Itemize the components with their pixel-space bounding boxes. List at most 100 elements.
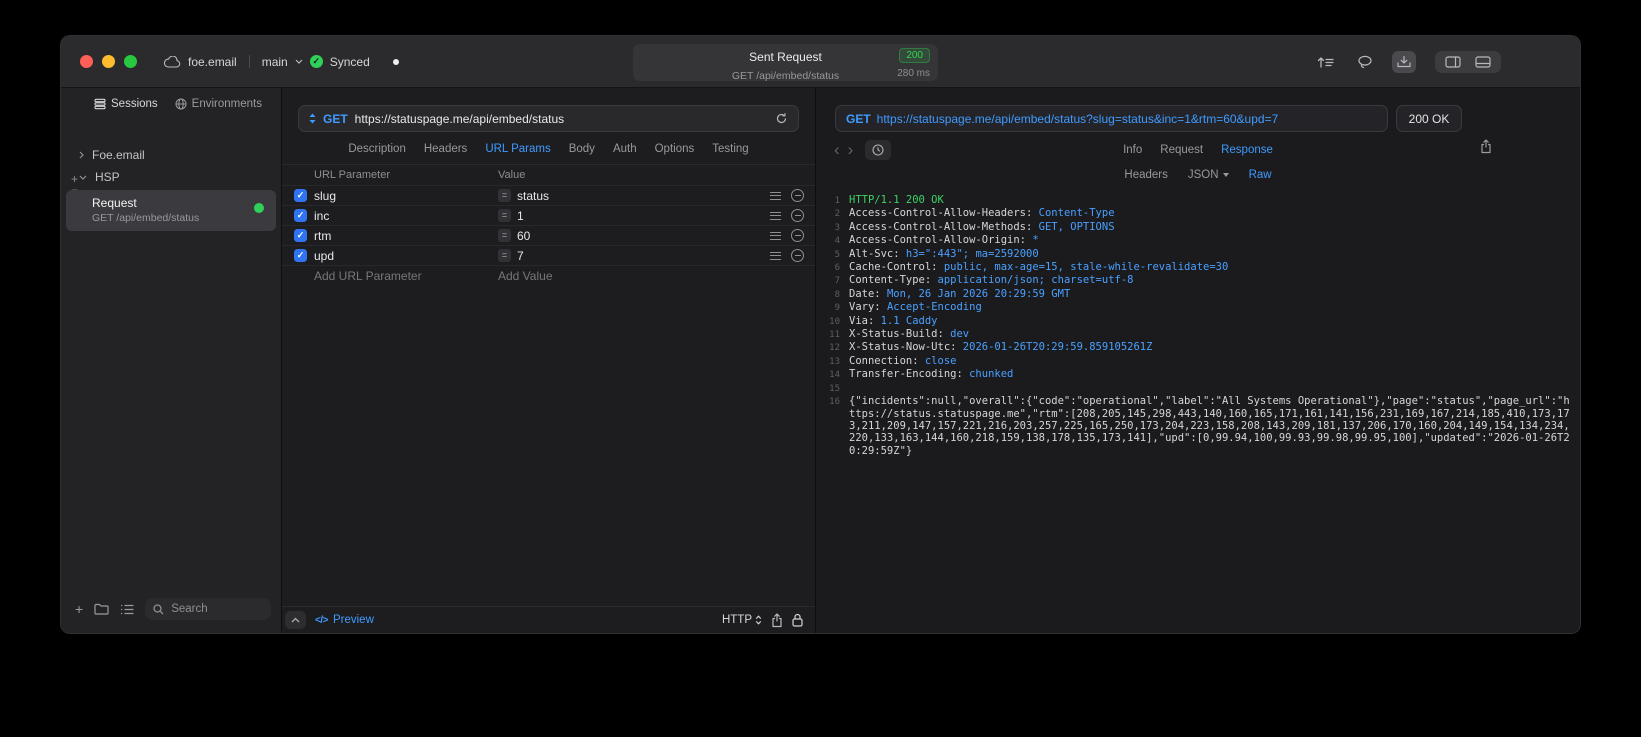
request-tab-url-params[interactable]: URL Params bbox=[485, 143, 550, 155]
sync-status-label[interactable]: Synced bbox=[330, 55, 370, 69]
protocol-selector[interactable]: HTTP bbox=[722, 614, 762, 626]
param-value[interactable]: status bbox=[517, 189, 549, 203]
remove-param-button[interactable] bbox=[791, 229, 804, 242]
chevron-right-icon[interactable] bbox=[79, 151, 84, 159]
response-line: 16 {"incidents":null,"overall":{"code":"o… bbox=[818, 395, 1572, 457]
response-url-bar[interactable]: GET https://statuspage.me/api/embed/stat… bbox=[835, 105, 1388, 132]
project-name[interactable]: foe.email bbox=[188, 55, 237, 69]
value-type-icon[interactable] bbox=[498, 189, 511, 202]
line-number: 4 bbox=[834, 236, 840, 247]
chevron-down-icon[interactable] bbox=[295, 59, 303, 64]
reorder-handle-icon[interactable] bbox=[770, 191, 781, 200]
sidebar-search[interactable] bbox=[145, 598, 271, 620]
param-value[interactable]: 7 bbox=[517, 249, 524, 263]
export-response-icon[interactable] bbox=[1480, 139, 1492, 154]
history-forward-button[interactable]: › bbox=[844, 141, 858, 158]
export-box-icon[interactable] bbox=[1392, 51, 1416, 73]
zoom-window-button[interactable] bbox=[124, 55, 137, 68]
param-name[interactable]: rtm bbox=[307, 229, 498, 243]
sort-order-icon[interactable] bbox=[1313, 52, 1338, 73]
response-line: 12 X-Status-Now-Utc: 2026-01-26T20:29:59.… bbox=[818, 341, 1572, 354]
response-line: 3 Access-Control-Allow-Methods: GET, OPTI… bbox=[818, 221, 1572, 234]
line-number: 6 bbox=[834, 263, 840, 274]
request-tab-options[interactable]: Options bbox=[655, 143, 695, 155]
branch-name[interactable]: main bbox=[262, 55, 288, 69]
value-type-icon[interactable] bbox=[498, 249, 511, 262]
sent-request-summary[interactable]: Sent Request 200 GET /api/embed/status 2… bbox=[633, 44, 938, 82]
new-folder-icon[interactable] bbox=[94, 603, 109, 615]
lock-icon[interactable] bbox=[792, 613, 803, 627]
value-type-icon[interactable] bbox=[498, 229, 511, 242]
preview-label: Preview bbox=[332, 614, 374, 626]
add-param-value-placeholder[interactable]: Add Value bbox=[498, 269, 815, 283]
param-name[interactable]: inc bbox=[307, 209, 498, 223]
remove-param-button[interactable] bbox=[791, 189, 804, 202]
line-number: 14 bbox=[829, 370, 840, 381]
request-status-dot bbox=[254, 203, 264, 213]
tree-item-hsp[interactable]: HSP bbox=[61, 166, 281, 188]
expand-console-button[interactable] bbox=[285, 611, 306, 629]
status-code-badge: 200 bbox=[899, 48, 930, 63]
request-tab-body[interactable]: Body bbox=[569, 143, 595, 155]
response-tab-info[interactable]: Info bbox=[1123, 144, 1142, 156]
param-enabled-checkbox[interactable] bbox=[294, 189, 307, 202]
param-value[interactable]: 1 bbox=[517, 209, 524, 223]
line-number: 9 bbox=[834, 303, 840, 314]
remove-param-button[interactable] bbox=[791, 209, 804, 222]
method-updown-icon[interactable] bbox=[309, 113, 316, 124]
request-url-bar[interactable]: GET https://statuspage.me/api/embed/stat… bbox=[298, 105, 799, 132]
sidebar-request-item[interactable]: Request GET /api/embed/status bbox=[66, 190, 276, 231]
request-tab-headers[interactable]: Headers bbox=[424, 143, 467, 155]
param-enabled-checkbox[interactable] bbox=[294, 229, 307, 242]
param-enabled-checkbox[interactable] bbox=[294, 249, 307, 262]
lasso-icon[interactable] bbox=[1353, 51, 1377, 73]
line-number: 3 bbox=[834, 222, 840, 233]
add-param-row[interactable]: Add URL Parameter Add Value bbox=[282, 266, 815, 286]
preview-button[interactable]: </> Preview bbox=[315, 614, 374, 626]
history-clock-button[interactable] bbox=[865, 140, 892, 160]
panel-bottom-icon[interactable] bbox=[1475, 56, 1491, 68]
close-window-button[interactable] bbox=[80, 55, 93, 68]
share-icon[interactable] bbox=[771, 612, 783, 628]
sent-request-subtitle: GET /api/embed/status bbox=[731, 70, 840, 82]
param-enabled-checkbox[interactable] bbox=[294, 209, 307, 222]
reorder-handle-icon[interactable] bbox=[770, 211, 781, 220]
history-back-button[interactable]: ‹ bbox=[830, 141, 844, 158]
request-method[interactable]: GET bbox=[323, 112, 348, 126]
tree-item-foe-email[interactable]: Foe.email bbox=[61, 144, 281, 166]
add-param-name-placeholder[interactable]: Add URL Parameter bbox=[282, 269, 498, 283]
response-tab-request[interactable]: Request bbox=[1160, 144, 1203, 156]
reorder-handle-icon[interactable] bbox=[770, 231, 781, 240]
response-line: 15 bbox=[818, 382, 1572, 395]
param-name[interactable]: slug bbox=[307, 189, 498, 203]
globe-icon bbox=[175, 98, 187, 110]
value-type-icon[interactable] bbox=[498, 209, 511, 222]
response-subtab-raw[interactable]: Raw bbox=[1249, 169, 1272, 181]
request-tab-description[interactable]: Description bbox=[348, 143, 406, 155]
request-tab-auth[interactable]: Auth bbox=[613, 143, 637, 155]
sidebar-tab-sessions[interactable]: Sessions bbox=[94, 98, 158, 110]
cloud-icon bbox=[164, 55, 181, 68]
sessions-tree: Foe.email HSP Request GET /api/embed/sta… bbox=[61, 144, 281, 231]
sidebar-tab-environments[interactable]: Environments bbox=[175, 98, 262, 110]
panel-right-icon[interactable] bbox=[1445, 56, 1461, 68]
remove-param-button[interactable] bbox=[791, 249, 804, 262]
response-code[interactable]: 1 HTTP/1.1 200 OK 2 Access-Control-Allow-He… bbox=[816, 189, 1580, 633]
search-input[interactable] bbox=[169, 602, 263, 616]
minimize-window-button[interactable] bbox=[102, 55, 115, 68]
request-tab-testing[interactable]: Testing bbox=[712, 143, 748, 155]
param-name[interactable]: upd bbox=[307, 249, 498, 263]
response-subtab-json[interactable]: JSON bbox=[1188, 169, 1229, 181]
add-request-button[interactable]: + bbox=[75, 602, 83, 616]
chevron-down-icon[interactable] bbox=[79, 175, 87, 180]
line-number: 11 bbox=[829, 330, 840, 341]
param-value[interactable]: 60 bbox=[517, 229, 530, 243]
reorder-handle-icon[interactable] bbox=[770, 251, 781, 260]
response-tab-response[interactable]: Response bbox=[1221, 144, 1273, 156]
sent-request-title: Sent Request bbox=[749, 50, 822, 64]
request-url[interactable]: https://statuspage.me/api/embed/status bbox=[355, 112, 768, 126]
response-subtab-headers[interactable]: Headers bbox=[1124, 169, 1167, 181]
request-tab-bar: Description Headers URL Params Body Auth Opti… bbox=[282, 132, 815, 165]
view-options-icon[interactable] bbox=[120, 604, 134, 615]
refresh-icon[interactable] bbox=[775, 112, 788, 125]
